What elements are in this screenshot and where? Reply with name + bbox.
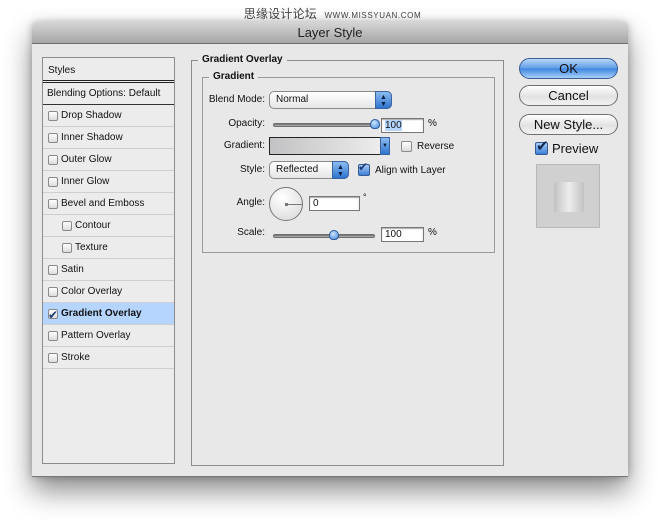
preview-checkbox[interactable]: [535, 137, 549, 155]
style-checkbox[interactable]: [48, 305, 58, 326]
style-select[interactable]: Reflected ▲ ▼: [269, 161, 349, 179]
window-title[interactable]: Layer Style: [32, 22, 628, 44]
angle-center-dot: [285, 203, 288, 206]
gradient-overlay-panel: Gradient Overlay Gradient Blend Mode: No…: [191, 54, 504, 466]
style-item-label: Contour: [75, 220, 111, 231]
opacity-unit: %: [428, 118, 437, 129]
style-checkbox[interactable]: [62, 242, 72, 253]
style-item-label: Gradient Overlay: [61, 308, 142, 319]
style-item-pattern-overlay[interactable]: Pattern Overlay: [43, 325, 174, 347]
updown-arrows-icon: ▲ ▼: [332, 161, 349, 179]
styles-header[interactable]: Styles: [43, 58, 174, 83]
scale-unit: %: [428, 227, 437, 238]
new-style-button[interactable]: New Style...: [519, 114, 618, 135]
cancel-button[interactable]: Cancel: [519, 85, 618, 106]
align-with-layer-label: Align with Layer: [375, 165, 446, 176]
gradient-picker[interactable]: ▼: [269, 137, 390, 155]
blend-mode-value: Normal: [276, 94, 309, 105]
gradient-group: Gradient Blend Mode: Normal ▲ ▼ Opacity: …: [202, 71, 495, 253]
preview-label: Preview: [552, 141, 599, 156]
style-item-stroke[interactable]: Stroke: [43, 347, 174, 369]
style-item-gradient-overlay[interactable]: Gradient Overlay: [43, 303, 174, 326]
blending-options-item[interactable]: Blending Options: Default: [43, 83, 174, 105]
scale-slider-thumb[interactable]: [329, 230, 340, 240]
style-item-texture[interactable]: Texture: [43, 237, 174, 259]
styles-list: Styles Blending Options: Default Drop Sh…: [42, 57, 175, 464]
reverse-checkbox[interactable]: [401, 141, 412, 152]
style-label: Style:: [239, 164, 265, 175]
opacity-label: Opacity:: [228, 118, 265, 129]
watermark-url: WWW.MISSYUAN.COM: [324, 11, 422, 20]
opacity-slider[interactable]: [273, 123, 375, 127]
style-item-label: Color Overlay: [61, 286, 123, 297]
style-checkbox[interactable]: [62, 220, 72, 231]
style-item-inner-shadow[interactable]: Inner Shadow: [43, 127, 174, 149]
style-item-outer-glow[interactable]: Outer Glow: [43, 149, 174, 171]
style-value: Reflected: [276, 164, 319, 175]
blend-mode-select[interactable]: Normal ▲ ▼: [269, 91, 392, 109]
style-item-label: Inner Shadow: [61, 132, 123, 143]
scale-input[interactable]: 100: [381, 227, 424, 242]
ok-button[interactable]: OK: [519, 58, 618, 79]
style-item-label: Pattern Overlay: [61, 330, 131, 341]
updown-arrows-icon: ▲ ▼: [375, 91, 392, 109]
gradient-label: Gradient:: [223, 140, 265, 151]
preview-toggle[interactable]: Preview: [535, 137, 599, 156]
dropdown-arrow-icon[interactable]: ▼: [380, 137, 390, 155]
style-checkbox[interactable]: [48, 352, 58, 363]
style-checkbox[interactable]: [48, 110, 58, 121]
angle-input[interactable]: 0: [309, 196, 360, 211]
style-item-drop-shadow[interactable]: Drop Shadow: [43, 105, 174, 127]
group-title: Gradient: [209, 71, 259, 82]
angle-dial[interactable]: [269, 187, 303, 221]
opacity-slider-thumb[interactable]: [370, 119, 380, 129]
angle-label: Angle:: [236, 197, 265, 208]
style-item-bevel-and-emboss[interactable]: Bevel and Emboss: [43, 193, 174, 215]
style-checkbox[interactable]: [48, 330, 58, 341]
panel-title: Gradient Overlay: [198, 54, 287, 65]
style-item-label: Texture: [75, 242, 108, 253]
scale-slider[interactable]: [273, 234, 375, 238]
style-item-color-overlay[interactable]: Color Overlay: [43, 281, 174, 303]
opacity-input[interactable]: 100: [381, 118, 424, 133]
style-checkbox[interactable]: [48, 176, 58, 187]
scale-label: Scale:: [237, 227, 265, 238]
style-item-label: Satin: [61, 264, 84, 275]
layer-style-dialog: Layer Style Styles Blending Options: Def…: [32, 22, 628, 477]
style-item-satin[interactable]: Satin: [43, 259, 174, 281]
style-item-label: Inner Glow: [61, 176, 110, 187]
angle-needle: [286, 204, 302, 205]
style-item-label: Drop Shadow: [61, 110, 122, 121]
reverse-label: Reverse: [417, 141, 455, 152]
style-checkbox[interactable]: [48, 286, 58, 297]
watermark: 思缘设计论坛 WWW.MISSYUAN.COM: [0, 5, 665, 22]
style-item-inner-glow[interactable]: Inner Glow: [43, 171, 174, 193]
style-checkbox[interactable]: [48, 264, 58, 275]
style-checkbox[interactable]: [48, 198, 58, 209]
style-item-label: Bevel and Emboss: [61, 198, 145, 209]
style-item-label: Stroke: [61, 352, 90, 363]
style-checkbox[interactable]: [48, 154, 58, 165]
style-checkbox[interactable]: [48, 132, 58, 143]
align-with-layer-checkbox[interactable]: [358, 160, 370, 176]
style-preview-thumbnail: [536, 164, 600, 228]
style-item-contour[interactable]: Contour: [43, 215, 174, 237]
angle-unit: °: [363, 192, 367, 202]
blend-mode-label: Blend Mode:: [208, 94, 265, 105]
style-item-label: Outer Glow: [61, 154, 112, 165]
preview-swatch: [554, 182, 584, 212]
watermark-text: 思缘设计论坛: [243, 7, 317, 21]
